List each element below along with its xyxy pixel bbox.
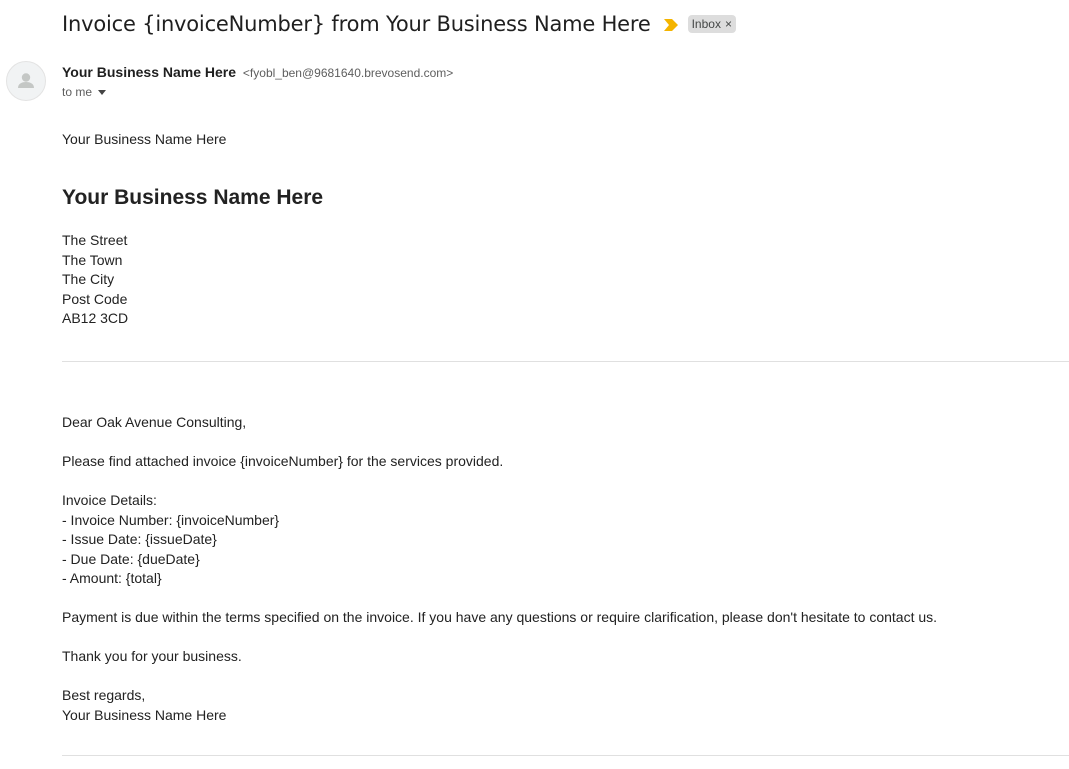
address-line: Post Code: [62, 290, 128, 307]
address-line: AB12 3CD: [62, 310, 129, 326]
sender-line: Your Business Name Here <fyobl_ben@96816…: [62, 64, 453, 80]
subject-row: Invoice {invoiceNumber} from Your Busine…: [62, 12, 736, 36]
business-heading: Your Business Name Here: [62, 186, 324, 209]
importance-marker-icon[interactable]: [663, 18, 678, 31]
chevron-down-icon[interactable]: [98, 89, 107, 95]
greeting: Dear Oak Avenue Consulting,: [62, 414, 247, 430]
address-line: The Town: [62, 251, 123, 268]
detail-line: - Issue Date: {issueDate}: [62, 531, 217, 547]
address-line: The Street: [62, 232, 128, 248]
intro-paragraph: Please find attached invoice {invoiceNum…: [62, 453, 504, 469]
signature: Your Business Name Here: [62, 706, 227, 723]
logo-alt-text: Your Business Name Here: [62, 131, 227, 147]
business-logo-image: Your Business Name Here: [62, 131, 226, 147]
message-text: Dear Oak Avenue Consulting, Please find …: [62, 413, 937, 725]
recipient-details-toggle[interactable]: to me: [62, 85, 107, 99]
sender-name[interactable]: Your Business Name Here: [62, 64, 236, 80]
email-subject: Invoice {invoiceNumber} from Your Busine…: [62, 12, 651, 36]
label-chip-inbox: Inbox ×: [687, 15, 736, 33]
section-divider: [62, 755, 1069, 756]
section-divider: [62, 361, 1069, 362]
person-icon: [18, 73, 34, 88]
label-chip-text: Inbox: [691, 17, 721, 31]
remove-label-icon[interactable]: ×: [725, 16, 732, 32]
details-heading: Invoice Details:: [62, 492, 157, 508]
address-line: The City: [62, 271, 115, 287]
signoff: Best regards,: [62, 687, 146, 703]
detail-line: - Invoice Number: {invoiceNumber}: [62, 511, 280, 528]
sender-email: <fyobl_ben@9681640.brevosend.com>: [242, 66, 454, 80]
sender-avatar: [6, 61, 46, 101]
recipient-label: to me: [62, 85, 93, 99]
detail-line: - Due Date: {dueDate}: [62, 550, 200, 567]
detail-line: - Amount: {total}: [62, 570, 162, 586]
payment-note: Payment is due within the terms specifie…: [62, 609, 938, 625]
business-address: The Street The Town The City Post Code A…: [62, 231, 128, 329]
thanks-line: Thank you for your business.: [62, 648, 242, 664]
